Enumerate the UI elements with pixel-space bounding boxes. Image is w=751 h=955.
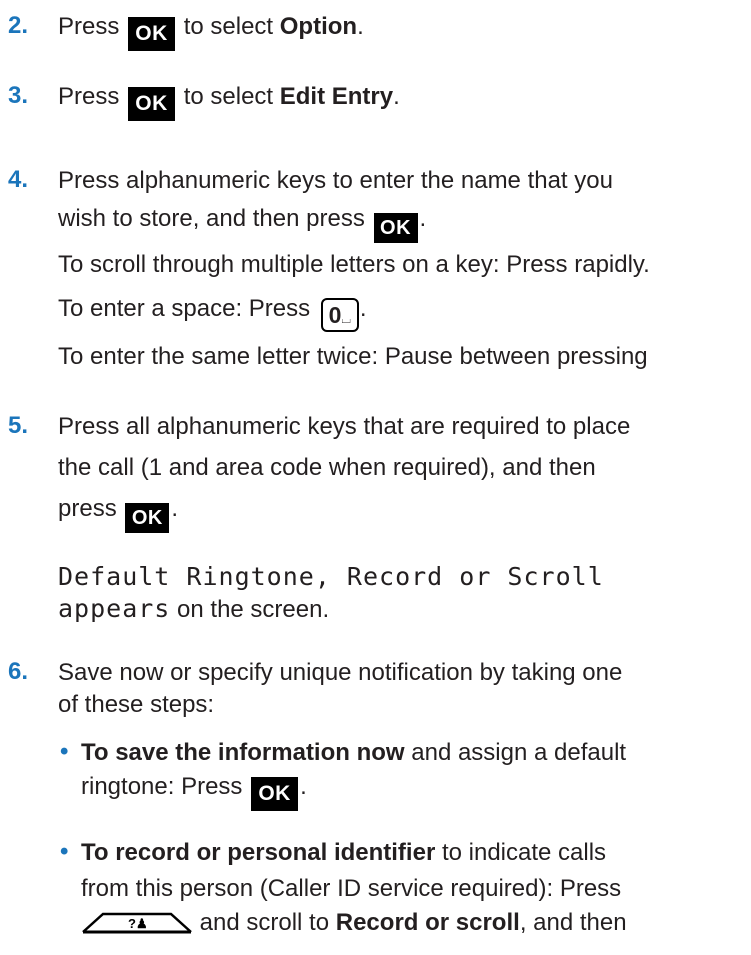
step-number: 6. xyxy=(8,658,29,685)
phonebook-softkey-icon: ?♟ xyxy=(81,910,193,942)
lcd-display-text: Default Ringtone, Record or Scroll xyxy=(58,562,604,591)
step-number: 2. xyxy=(8,12,29,39)
bullet-icon: • xyxy=(60,738,69,765)
step-number: 4. xyxy=(8,166,29,193)
ok-key-icon: OK xyxy=(251,777,299,811)
ok-key-icon: OK xyxy=(128,87,176,121)
zero-space-key-icon: 0⌴ xyxy=(320,298,359,332)
svg-text:?♟: ?♟ xyxy=(128,916,148,931)
ok-key-icon: OK xyxy=(128,17,176,51)
step-number: 5. xyxy=(8,412,29,439)
lcd-display-text: appears xyxy=(58,594,171,623)
ok-key-icon: OK xyxy=(125,503,170,533)
manual-page: 2. Press OK to select Option. 3. Press O… xyxy=(0,0,751,955)
ok-key-icon: OK xyxy=(373,213,418,243)
bullet-icon: • xyxy=(60,838,69,865)
step-number: 3. xyxy=(8,82,29,109)
